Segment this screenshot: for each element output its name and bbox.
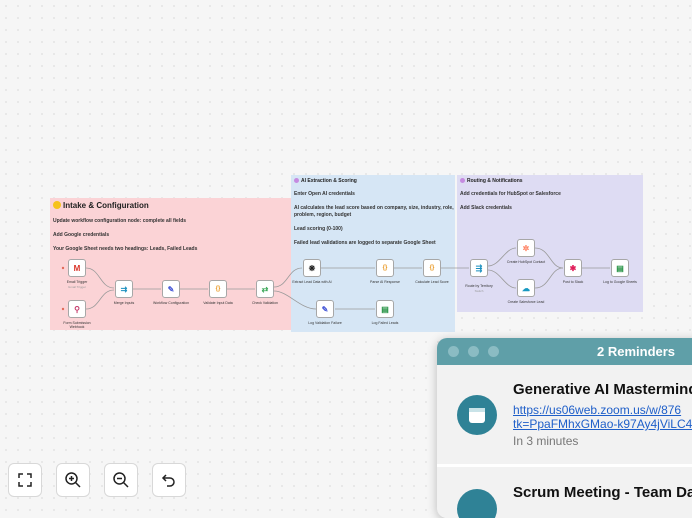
switch-icon: ⇶ (475, 263, 483, 273)
workflow-config-node[interactable]: ✎ (162, 280, 180, 298)
reminders-title: 2 Reminders (597, 344, 676, 359)
merge-icon: ⇉ (120, 284, 128, 294)
extract-lead-node[interactable]: ❋ (303, 259, 321, 277)
node-label: Log to Google Sheets (603, 280, 637, 284)
node-label: Calculate Lead Score (415, 280, 449, 284)
node-label: Create HubSpot Contact (506, 260, 546, 264)
reminders-window[interactable]: 2 Reminders Generative AI Mastermind htt… (437, 338, 692, 518)
form-webhook-node[interactable]: ⚲ (68, 300, 86, 318)
code-icon: {} (429, 265, 435, 271)
node-label: Create Salesforce Lead (507, 300, 545, 304)
email-trigger-node[interactable]: M (68, 259, 86, 277)
minimize-window-button[interactable] (468, 346, 479, 357)
log-failure-node[interactable]: ✎ (316, 300, 334, 318)
calendar-icon (457, 395, 497, 435)
code-icon: {} (215, 286, 221, 292)
node-label: Route by Territory (465, 284, 493, 288)
fit-view-button[interactable] (8, 463, 42, 497)
node-label: Check Validation (251, 301, 279, 305)
slack-node[interactable]: ✱ (564, 259, 582, 277)
hubspot-node[interactable]: ✲ (517, 239, 535, 257)
pencil-icon: ✎ (167, 284, 175, 294)
reminder-item[interactable]: Scrum Meeting - Team Dai (437, 467, 692, 518)
sheets-log-node[interactable]: ▤ (611, 259, 629, 277)
node-sub: Switch (474, 289, 484, 293)
fit-view-icon (18, 473, 32, 487)
validate-input-node[interactable]: {} (209, 280, 227, 298)
log-failed-leads-node[interactable]: ▤ (376, 300, 394, 318)
reminder-time: In 3 minutes (513, 434, 579, 448)
merge-inputs-node[interactable]: ⇉ (115, 280, 133, 298)
node-label: Workflow Configuration (152, 301, 190, 305)
node-label: Validate Input Data (203, 301, 233, 305)
sheets-icon: ▤ (381, 304, 389, 314)
calendar-icon (457, 489, 497, 518)
sheets-icon: ▤ (616, 263, 624, 273)
undo-button[interactable] (152, 463, 186, 497)
hubspot-icon: ✲ (522, 243, 530, 253)
node-sub: Gmail Trigger (67, 285, 87, 289)
node-label: Extract Lead Data with AI (292, 280, 332, 284)
gmail-icon: M (73, 263, 81, 273)
reminder-item[interactable]: Generative AI Mastermind https://us06web… (437, 367, 692, 464)
reminder-name: Scrum Meeting - Team Dai (513, 484, 692, 501)
zoom-out-icon (113, 472, 129, 488)
if-icon: ⇄ (261, 284, 269, 294)
node-label: Email Trigger (66, 280, 88, 284)
parse-ai-node[interactable]: {} (376, 259, 394, 277)
route-territory-node[interactable]: ⇶ (470, 259, 488, 277)
webhook-icon: ⚲ (74, 304, 80, 314)
code-icon: {} (382, 265, 388, 271)
node-label: Log Failed Leads (371, 321, 399, 325)
openai-icon: ❋ (308, 263, 316, 273)
node-label: Post to Slack (562, 280, 584, 284)
pencil-icon: ✎ (321, 304, 329, 314)
reminder-name: Generative AI Mastermind (513, 381, 692, 398)
zoom-in-icon (65, 472, 81, 488)
zoom-out-button[interactable] (104, 463, 138, 497)
salesforce-icon: ☁ (522, 283, 530, 293)
node-label: Webhook (69, 325, 85, 329)
node-label: Parse AI Response (370, 280, 400, 284)
zoom-window-button[interactable] (488, 346, 499, 357)
undo-icon (161, 474, 175, 487)
close-window-button[interactable] (448, 346, 459, 357)
node-label: Merge Inputs (113, 301, 135, 305)
check-validation-node[interactable]: ⇄ (256, 280, 274, 298)
reminder-link[interactable]: https://us06web.zoom.us/w/876 (513, 403, 681, 417)
zoom-in-button[interactable] (56, 463, 90, 497)
slack-icon: ✱ (569, 263, 577, 273)
salesforce-node[interactable]: ☁ (517, 279, 535, 297)
reminders-header: 2 Reminders (437, 338, 692, 365)
reminder-link[interactable]: tk=PpaFMhxGMao-k97Ay4jViLC4 (513, 417, 692, 431)
calc-score-node[interactable]: {} (423, 259, 441, 277)
node-label: Log Validation Failure (308, 321, 342, 325)
